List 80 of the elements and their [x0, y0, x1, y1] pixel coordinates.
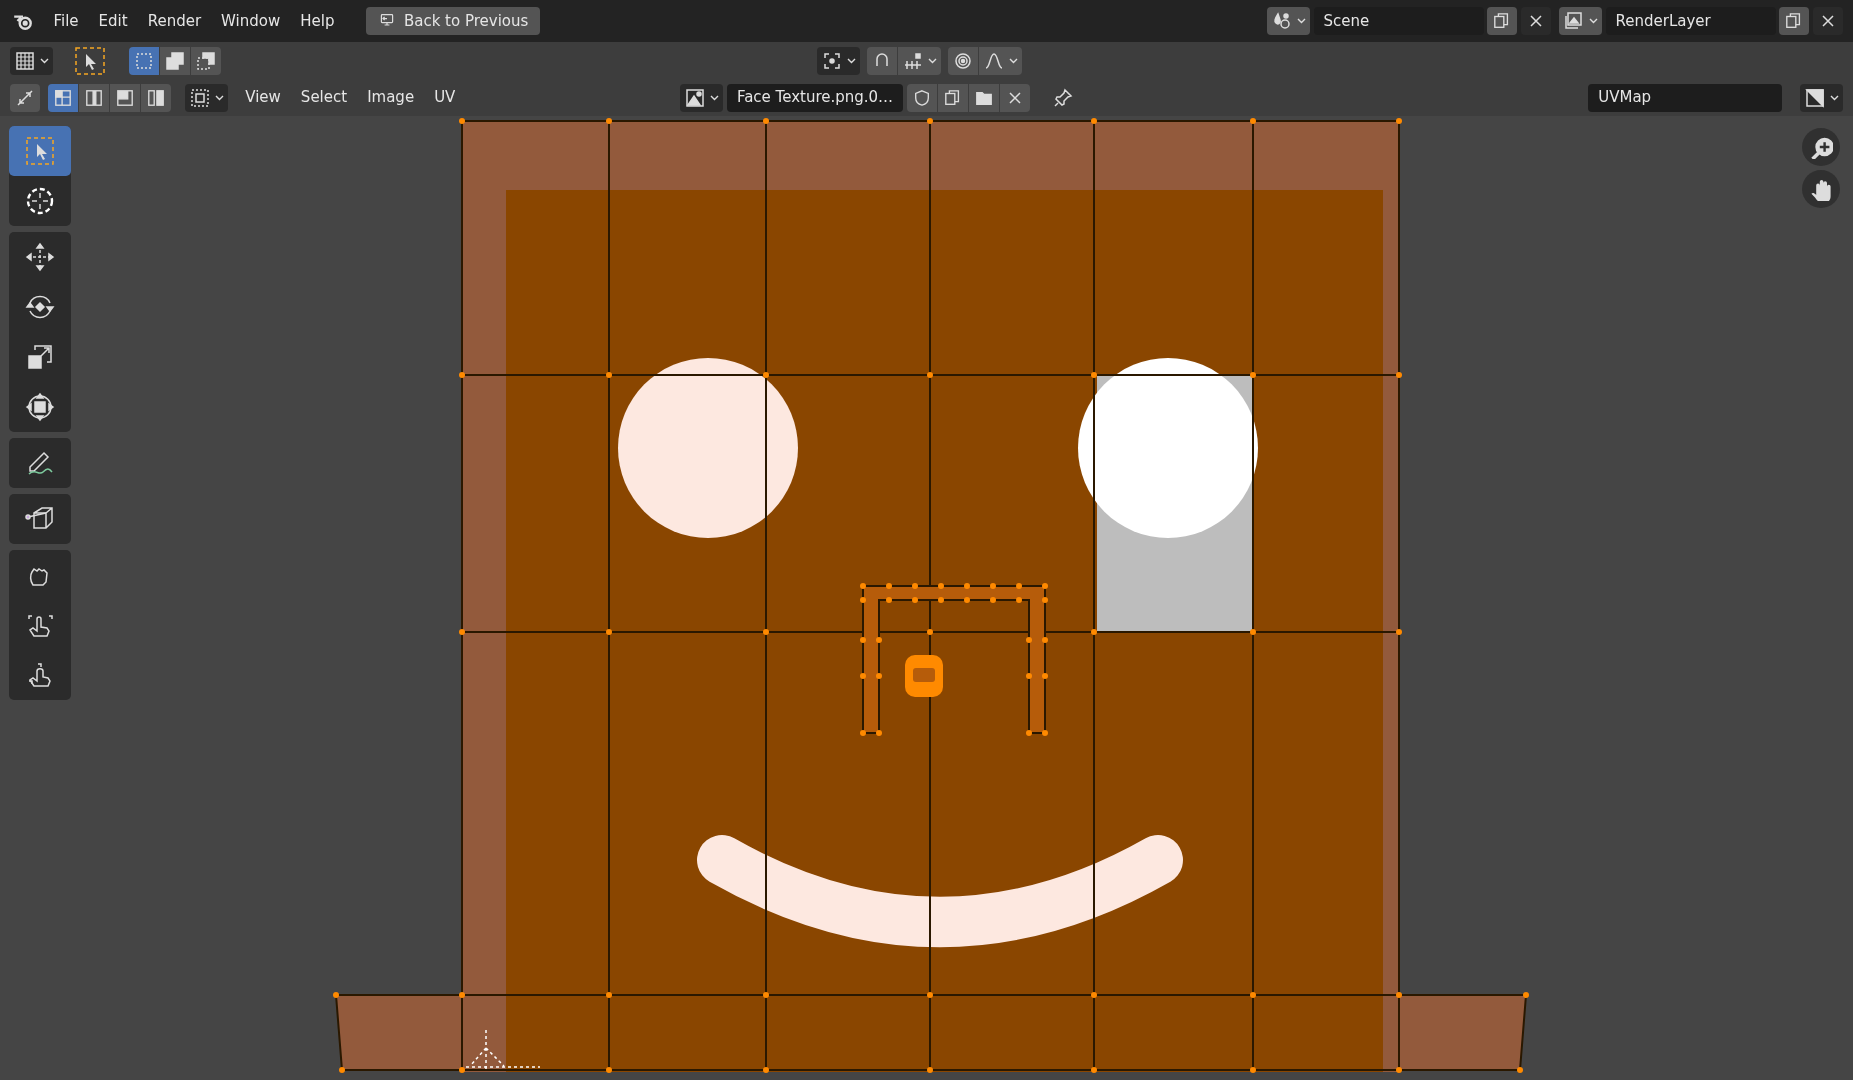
menu-item[interactable]: Help: [290, 5, 345, 37]
uv-select-mode-button[interactable]: [48, 83, 78, 112]
uv-select-mode-button[interactable]: [110, 83, 140, 112]
editor-type-button[interactable]: [10, 46, 53, 75]
caret-icon: [1588, 18, 1598, 24]
close-button[interactable]: [1521, 7, 1551, 35]
zoom-icon: [1809, 135, 1833, 159]
selection-mode-button[interactable]: [128, 46, 159, 75]
transform-icon: [24, 391, 56, 423]
vertex-mode-icon: [54, 88, 72, 107]
snap-grid-icon: [902, 50, 924, 71]
pin-icon: [1052, 87, 1073, 108]
caret-icon: [214, 94, 224, 101]
sync-arrows-icon: [15, 87, 35, 108]
image-browse-button[interactable]: [680, 83, 724, 112]
render-layer-name-field[interactable]: RenderLayer: [1605, 7, 1776, 35]
caret-icon: [1830, 94, 1839, 101]
fake-user-button[interactable]: [906, 83, 937, 112]
new-image-button[interactable]: [937, 83, 968, 112]
menu-item[interactable]: Render: [137, 5, 212, 37]
pivot-button[interactable]: [816, 46, 860, 75]
close-button[interactable]: [1813, 7, 1843, 35]
render-layer-selector[interactable]: [1559, 7, 1602, 35]
zoom-button[interactable]: [1802, 128, 1840, 166]
select-box-icon: [24, 135, 56, 167]
scene-icon: [1271, 11, 1293, 31]
caret-icon: [1296, 18, 1306, 24]
sticky-selection-button[interactable]: [185, 83, 228, 112]
copy-icon: [943, 88, 962, 107]
open-image-button[interactable]: [968, 83, 999, 112]
scene-selector[interactable]: [1267, 7, 1310, 35]
menu-item[interactable]: File: [43, 5, 89, 37]
menu-item[interactable]: View: [235, 82, 291, 113]
crosshair-icon: [24, 185, 56, 217]
close-icon: [1821, 14, 1835, 28]
shield-icon: [912, 88, 931, 107]
render-layer-icon: [1563, 11, 1585, 31]
image-name-field[interactable]: Face Texture.png.0…: [726, 83, 904, 112]
proportional-edit-toggle[interactable]: [948, 46, 979, 75]
island-mode-icon: [147, 88, 165, 107]
dashed-square-icon: [189, 87, 211, 108]
checker-icon: [14, 50, 36, 71]
subtract-squares-icon: [195, 50, 216, 71]
pan-button[interactable]: [1802, 170, 1840, 208]
snap-target-button[interactable]: [898, 46, 941, 75]
cursor-icon: [465, 1029, 541, 1071]
menu-item[interactable]: Select: [290, 82, 358, 113]
duplicate-button[interactable]: [1487, 7, 1518, 35]
caret-icon: [710, 94, 720, 101]
edge-mode-icon: [85, 88, 103, 107]
snap-toggle[interactable]: [867, 46, 897, 75]
scene-name-field[interactable]: Scene: [1313, 7, 1484, 35]
uv-select-mode-button[interactable]: [141, 83, 171, 112]
uv-select-mode-button[interactable]: [79, 83, 109, 112]
caret-icon: [846, 57, 856, 64]
close-icon: [1007, 90, 1022, 105]
pivot-icon: [905, 655, 943, 697]
caret-icon: [39, 57, 49, 64]
menu-item[interactable]: Edit: [88, 5, 138, 37]
move-arrows-icon: [24, 241, 56, 273]
menu-item[interactable]: Window: [211, 5, 291, 37]
uv-map-field[interactable]: UVMap: [1588, 83, 1783, 112]
sync-selection-toggle[interactable]: [10, 83, 40, 112]
caret-icon: [1009, 57, 1018, 64]
menu-item[interactable]: UV: [424, 82, 466, 113]
close-icon: [1529, 14, 1543, 28]
back-to-previous-button[interactable]: Back to Previous: [366, 6, 541, 36]
overlapping-squares-icon: [164, 50, 185, 71]
face-mode-icon: [116, 88, 134, 107]
image-icon: [684, 87, 707, 108]
dashed-square-icon: [133, 50, 154, 71]
falloff-button[interactable]: [979, 46, 1022, 75]
menu-item[interactable]: Image: [357, 82, 425, 113]
selection-mode-button[interactable]: [159, 46, 190, 75]
duplicate-button[interactable]: [1779, 7, 1810, 35]
caret-icon: [927, 57, 937, 64]
split-square-icon: [1804, 87, 1827, 108]
selection-mode-button[interactable]: [190, 46, 221, 75]
unlink-button[interactable]: [999, 83, 1030, 112]
overlay-button[interactable]: [1800, 83, 1843, 112]
